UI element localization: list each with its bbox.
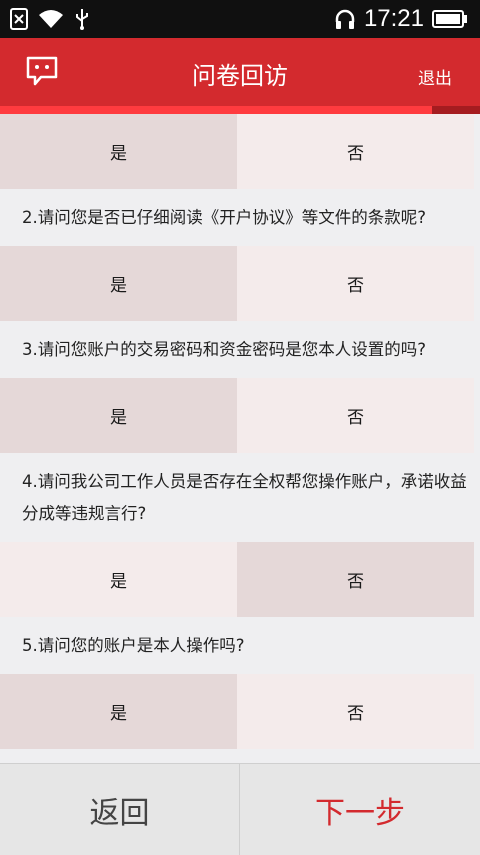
answer-row-1: 是 否 [0,114,474,189]
wifi-icon [39,10,63,28]
answer-no[interactable]: 否 [237,674,474,749]
answer-row-2: 是 否 [0,246,474,321]
question-2: 2.请问您是否已仔细阅读《开户协议》等文件的条款呢? [0,189,480,246]
app-header: 问卷回访 退出 [0,38,480,106]
answer-yes[interactable]: 是 [0,674,237,749]
headphone-icon [335,9,355,29]
answer-yes[interactable]: 是 [0,114,237,189]
questionnaire: 是 否 2.请问您是否已仔细阅读《开户协议》等文件的条款呢? 是 否 3.请问您… [0,114,480,749]
answer-row-4: 是 否 [0,542,474,617]
question-4: 4.请问我公司工作人员是否存在全权帮您操作账户，承诺收益分成等违规言行? [0,453,480,542]
status-bar: 17:21 [0,0,480,38]
answer-row-5: 是 否 [0,674,474,749]
logout-button[interactable]: 退出 [418,64,452,89]
answer-no[interactable]: 否 [237,542,474,617]
answer-row-3: 是 否 [0,378,474,453]
answer-yes[interactable]: 是 [0,378,237,453]
battery-icon [432,10,467,28]
answer-yes[interactable]: 是 [0,542,237,617]
page-title: 问卷回访 [192,62,288,90]
back-button[interactable]: 返回 [0,764,240,855]
question-text: 4.请问我公司工作人员是否存在全权帮您操作账户，承诺收益分成等违规言行? [22,471,467,523]
answer-no[interactable]: 否 [237,246,474,321]
next-button[interactable]: 下一步 [240,764,480,855]
clock: 17:21 [363,5,424,32]
question-text: 3.请问您账户的交易密码和资金密码是您本人设置的吗? [22,339,427,359]
answer-yes[interactable]: 是 [0,246,237,321]
answer-no[interactable]: 否 [237,378,474,453]
question-text: 2.请问您是否已仔细阅读《开户协议》等文件的条款呢? [22,207,427,227]
answer-no[interactable]: 否 [237,114,474,189]
usb-icon [76,9,88,30]
question-5: 5.请问您的账户是本人操作吗? [0,617,480,674]
sim-icon [10,8,28,30]
question-text: 5.请问您的账户是本人操作吗? [22,635,245,655]
question-3: 3.请问您账户的交易密码和资金密码是您本人设置的吗? [0,321,480,378]
bottom-bar: 返回 下一步 [0,763,480,855]
progress-fill [0,106,432,114]
